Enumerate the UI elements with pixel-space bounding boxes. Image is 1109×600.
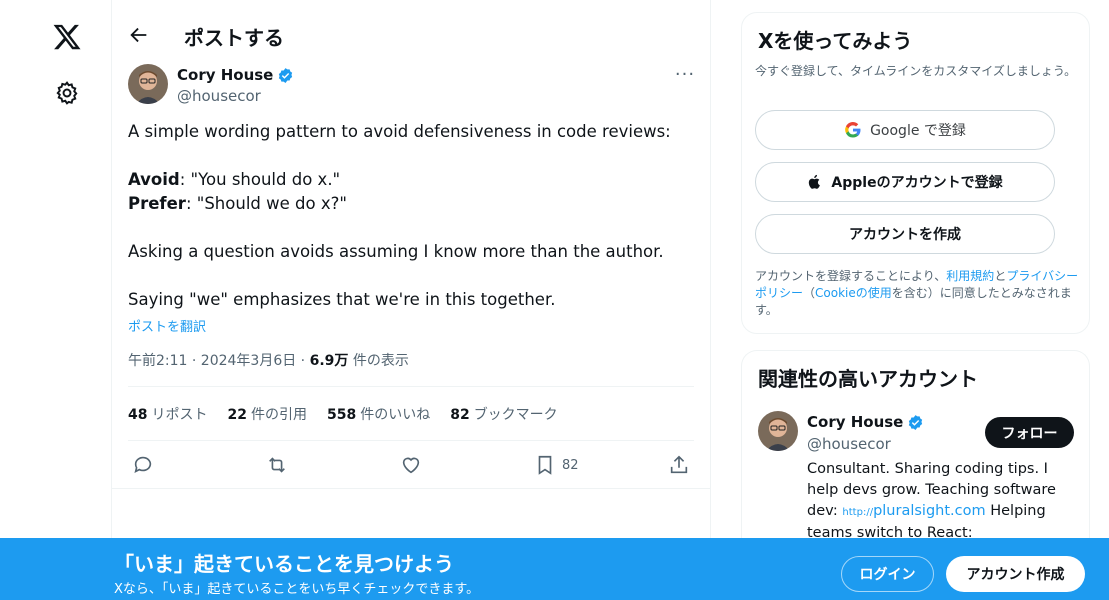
page-title: ポストする (184, 26, 284, 50)
left-nav (0, 0, 112, 600)
post-line-intro: A simple wording pattern to avoid defens… (128, 122, 671, 141)
bookmark-icon (538, 455, 552, 475)
divider (128, 386, 694, 387)
gear-icon[interactable] (54, 80, 80, 106)
cookie-link[interactable]: Cookieの使用 (815, 286, 892, 300)
signup-banner: 「いま」起きていることを見つけよう Xなら、「いま」起きていることをいち早くチェ… (0, 538, 1109, 600)
related-title: 関連性の高いアカウント (758, 367, 978, 391)
post-stats: 48 リポスト 22 件の引用 558 件のいいね 82 ブックマーク (128, 404, 558, 424)
post-timestamp[interactable]: 午前2:11 · 2024年3月6日 · (128, 353, 310, 369)
follow-button[interactable]: フォロー (985, 417, 1074, 448)
author-name[interactable]: Cory House (177, 66, 294, 84)
banner-title: 「いま」起きていることを見つけよう (114, 552, 454, 576)
post-detail-column: ポストする Cory House @housecor ··· A simple … (111, 0, 711, 600)
post-text: A simple wording pattern to avoid defens… (128, 120, 698, 312)
back-arrow-icon[interactable] (128, 24, 150, 46)
terms-link[interactable]: 利用規約 (946, 269, 994, 283)
signup-card: Xを使ってみよう 今すぐ登録して、タイムラインをカスタマイズしましょう。 Goo… (741, 12, 1090, 334)
reply-button[interactable] (132, 452, 154, 478)
author-handle[interactable]: @housecor (177, 87, 261, 105)
legal-text: アカウントを登録することにより、利用規約とプライバシーポリシー（Cookieの使… (755, 269, 1079, 317)
reply-icon (134, 456, 152, 473)
divider (112, 488, 710, 489)
views-count: 6.9万 (309, 353, 349, 369)
login-button[interactable]: ログイン (841, 556, 934, 592)
signup-subtitle: 今すぐ登録して、タイムラインをカスタマイズしましょう。 (755, 64, 1077, 78)
signup-button[interactable]: アカウント作成 (946, 556, 1085, 592)
heart-icon (402, 457, 420, 474)
signup-title: Xを使ってみよう (758, 29, 913, 53)
google-icon (845, 121, 861, 138)
create-account-button[interactable]: アカウントを作成 (755, 214, 1055, 254)
repost-button[interactable] (266, 452, 288, 478)
post-line-avoid: Avoid: "You should do x." (128, 170, 341, 189)
header: ポストする (112, 0, 710, 72)
reposts-stat[interactable]: 48 リポスト (128, 404, 207, 424)
post-actions: 82 (128, 452, 694, 478)
apple-icon (809, 174, 821, 189)
related-handle[interactable]: @housecor (807, 435, 891, 453)
banner-subtitle: Xなら、「いま」起きていることをいち早くチェックできます。 (114, 582, 480, 597)
bookmark-count: 82 (562, 457, 579, 473)
share-button[interactable] (668, 452, 690, 478)
bookmark-button[interactable]: 82 (534, 452, 579, 478)
share-icon (670, 455, 688, 474)
author-avatar[interactable] (128, 64, 168, 104)
x-logo-icon[interactable] (52, 22, 82, 52)
post-line-prefer: Prefer: "Should we do x?" (128, 194, 347, 213)
related-avatar[interactable] (758, 411, 798, 451)
post-line-we: Saying "we" emphasizes that we're in thi… (128, 290, 556, 309)
repost-icon (269, 457, 285, 473)
verified-badge-icon (907, 414, 924, 431)
translate-post-link[interactable]: ポストを翻訳 (128, 316, 206, 335)
verified-badge-icon (277, 67, 294, 84)
likes-stat[interactable]: 558 件のいいね (327, 404, 430, 424)
more-options-icon[interactable]: ··· (674, 64, 696, 86)
post-line-question: Asking a question avoids assuming I know… (128, 242, 664, 261)
bookmarks-stat[interactable]: 82 ブックマーク (450, 404, 557, 424)
divider (128, 440, 694, 441)
related-name[interactable]: Cory House (807, 413, 924, 431)
google-signup-button[interactable]: Google で登録 (755, 110, 1055, 150)
bio-link[interactable]: pluralsight.com (873, 503, 986, 519)
related-bio: Consultant. Sharing coding tips. I help … (807, 461, 1056, 541)
like-button[interactable] (400, 452, 422, 478)
quotes-stat[interactable]: 22 件の引用 (227, 404, 306, 424)
post-meta: 午前2:11 · 2024年3月6日 · 6.9万 件の表示 (128, 353, 409, 369)
apple-signup-button[interactable]: Appleのアカウントで登録 (755, 162, 1055, 202)
